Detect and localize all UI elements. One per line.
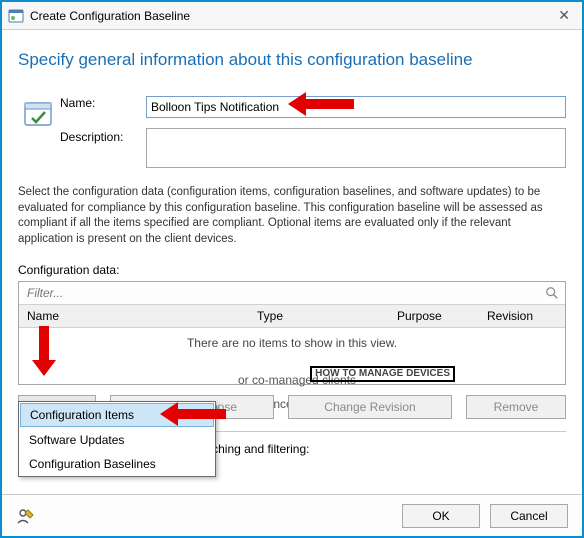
config-data-label: Configuration data:	[18, 263, 566, 277]
window-title: Create Configuration Baseline	[30, 9, 190, 23]
titlebar: Create Configuration Baseline ✕	[2, 2, 582, 30]
cancel-label: Cancel	[510, 509, 547, 523]
config-data-grid: Name Type Purpose Revision There are no …	[18, 281, 566, 385]
app-icon	[8, 8, 24, 24]
watermark: HOW TO MANAGE DEVICES	[310, 366, 455, 382]
description-label: Description:	[60, 130, 146, 144]
bottom-bar: OK Cancel	[2, 494, 582, 536]
filter-input[interactable]	[25, 285, 545, 301]
grid-body: There are no items to show in this view.…	[19, 328, 565, 384]
menu-item-configuration-items[interactable]: Configuration Items	[20, 403, 214, 427]
cancel-button[interactable]: Cancel	[490, 504, 568, 528]
col-header-purpose[interactable]: Purpose	[389, 305, 479, 327]
menu-item-label: Software Updates	[29, 433, 124, 447]
ok-button[interactable]: OK	[402, 504, 480, 528]
categories-icon[interactable]	[16, 507, 34, 525]
baseline-icon	[18, 96, 60, 132]
name-field[interactable]	[146, 96, 566, 118]
menu-item-label: Configuration Items	[30, 408, 134, 422]
col-header-name[interactable]: Name	[19, 305, 249, 327]
add-dropdown-menu: Configuration Items Software Updates Con…	[18, 401, 216, 477]
menu-item-label: Configuration Baselines	[29, 457, 156, 471]
grid-header: Name Type Purpose Revision	[19, 305, 565, 328]
description-field[interactable]	[146, 128, 566, 168]
remove-label: Remove	[494, 400, 539, 414]
ok-label: OK	[432, 509, 449, 523]
change-revision-label: Change Revision	[324, 400, 415, 414]
explain-text: Select the configuration data (configura…	[18, 185, 566, 247]
search-icon[interactable]	[545, 286, 559, 300]
grid-empty-text: There are no items to show in this view.	[187, 336, 397, 350]
remove-button: Remove	[466, 395, 566, 419]
name-label: Name:	[60, 96, 146, 110]
menu-item-software-updates[interactable]: Software Updates	[19, 428, 215, 452]
page-title: Specify general information about this c…	[18, 50, 566, 70]
change-revision-button: Change Revision	[288, 395, 452, 419]
col-header-revision[interactable]: Revision	[479, 305, 565, 327]
close-icon[interactable]: ✕	[552, 7, 576, 24]
menu-item-configuration-baselines[interactable]: Configuration Baselines	[19, 452, 215, 476]
col-header-type[interactable]: Type	[249, 305, 389, 327]
